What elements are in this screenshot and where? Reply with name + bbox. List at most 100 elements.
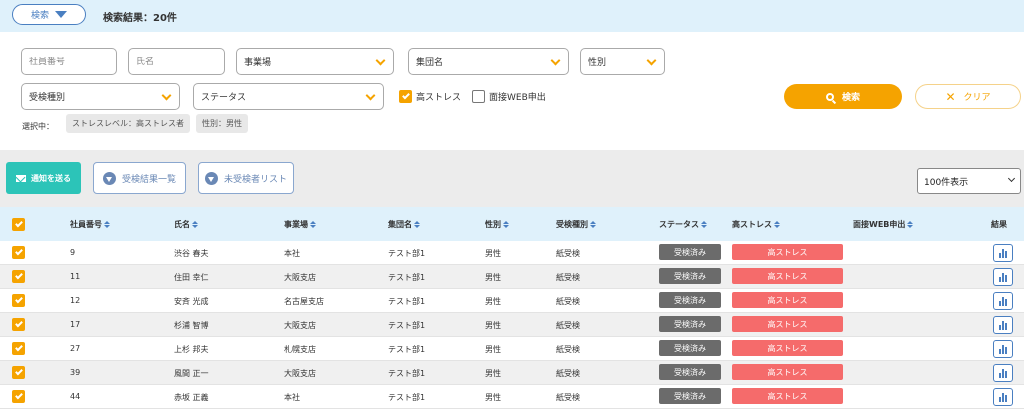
- cell-group: テスト部1: [388, 273, 426, 282]
- exam-type-select-label: 受検種別: [29, 93, 66, 103]
- page-size-label: 100件表示: [924, 177, 969, 188]
- col-employee-no[interactable]: 社員番号: [70, 219, 110, 230]
- result-chart-button[interactable]: [993, 364, 1013, 382]
- bar-chart-icon: [999, 393, 1007, 402]
- top-bar: 検索 検索結果：20件: [0, 0, 1024, 32]
- employee-no-input[interactable]: [29, 56, 116, 67]
- col-group[interactable]: 集団名: [388, 219, 420, 230]
- web-interview-filter-label: 面接WEB申出: [489, 93, 546, 103]
- row-checkbox[interactable]: [12, 366, 25, 379]
- bar-chart-icon: [999, 273, 1007, 282]
- name-input[interactable]: [136, 56, 224, 67]
- bar-chart-icon: [999, 369, 1007, 378]
- row-checkbox[interactable]: [12, 294, 25, 307]
- cell-gender: 男性: [485, 393, 501, 402]
- cell-gender: 男性: [485, 321, 501, 330]
- result-chart-button[interactable]: [993, 340, 1013, 358]
- result-chart-button[interactable]: [993, 268, 1013, 286]
- high-stress-filter-label: 高ストレス: [416, 93, 462, 103]
- cell-name: 風間 正一: [174, 369, 209, 378]
- result-chart-button[interactable]: [993, 388, 1013, 406]
- result-chart-button[interactable]: [993, 316, 1013, 334]
- group-select[interactable]: 集団名: [408, 48, 569, 75]
- col-exam-type[interactable]: 受検種別: [556, 219, 596, 230]
- cell-type: 紙受検: [556, 297, 580, 306]
- name-field[interactable]: [128, 48, 225, 75]
- result-chart-button[interactable]: [993, 292, 1013, 310]
- status-select[interactable]: ステータス: [193, 83, 384, 110]
- cell-no: 11: [70, 272, 81, 281]
- status-badge: 受検済み: [659, 316, 721, 332]
- gender-select[interactable]: 性別: [580, 48, 665, 75]
- cell-office: 大阪支店: [284, 321, 316, 330]
- result-chart-button[interactable]: [993, 244, 1013, 262]
- row-checkbox[interactable]: [12, 342, 25, 355]
- bar-chart-icon: [999, 345, 1007, 354]
- cell-gender: 男性: [485, 249, 501, 258]
- row-checkbox[interactable]: [12, 390, 25, 403]
- row-checkbox[interactable]: [12, 246, 25, 259]
- filter-panel: 事業場 集団名 性別 受検種別 ステータス 高ストレス 面接WEB申出 検索 ✕…: [0, 32, 1024, 150]
- col-high-stress[interactable]: 高ストレス: [732, 219, 780, 230]
- status-badge: 受検済み: [659, 292, 721, 308]
- status-badge: 受検済み: [659, 364, 721, 380]
- cell-office: 大阪支店: [284, 273, 316, 282]
- search-button[interactable]: 検索: [784, 84, 902, 109]
- cell-type: 紙受検: [556, 369, 580, 378]
- checkbox-checked-icon[interactable]: [399, 90, 412, 103]
- group-select-label: 集団名: [416, 58, 444, 68]
- select-all-checkbox[interactable]: [12, 218, 25, 231]
- clear-button[interactable]: ✕ クリア: [915, 84, 1021, 109]
- cell-no: 12: [70, 296, 81, 305]
- close-icon: ✕: [945, 89, 956, 104]
- search-toggle-button[interactable]: 検索: [12, 4, 86, 25]
- row-checkbox[interactable]: [12, 318, 25, 331]
- cell-group: テスト部1: [388, 249, 426, 258]
- high-stress-badge: 高ストレス: [732, 292, 843, 308]
- high-stress-badge: 高ストレス: [732, 340, 843, 356]
- office-select[interactable]: 事業場: [236, 48, 394, 75]
- send-notification-button[interactable]: 通知を送る: [6, 162, 81, 194]
- cell-office: 札幌支店: [284, 345, 316, 354]
- sort-icon: [774, 221, 780, 228]
- cell-group: テスト部1: [388, 345, 426, 354]
- cell-no: 27: [70, 344, 81, 353]
- cell-group: テスト部1: [388, 321, 426, 330]
- cell-office: 大阪支店: [284, 369, 316, 378]
- cell-type: 紙受検: [556, 393, 580, 402]
- bar-chart-icon: [999, 249, 1007, 258]
- col-status[interactable]: ステータス: [659, 219, 707, 230]
- unexamined-list-button[interactable]: 未受検者リスト: [198, 162, 294, 194]
- high-stress-badge: 高ストレス: [732, 316, 843, 332]
- row-checkbox[interactable]: [12, 270, 25, 283]
- download-icon: [102, 171, 116, 185]
- chevron-down-icon: [646, 55, 657, 66]
- high-stress-filter[interactable]: 高ストレス: [399, 90, 461, 103]
- selected-label: 選択中：: [22, 122, 54, 131]
- chevron-down-icon: [365, 90, 376, 101]
- cell-name: 住田 幸仁: [174, 273, 209, 282]
- office-select-label: 事業場: [244, 58, 272, 68]
- sort-icon: [192, 221, 198, 228]
- col-gender[interactable]: 性別: [485, 219, 509, 230]
- exam-type-select[interactable]: 受検種別: [21, 83, 180, 110]
- col-name[interactable]: 氏名: [174, 219, 198, 230]
- cell-gender: 男性: [485, 369, 501, 378]
- page-size-select[interactable]: 100件表示: [917, 168, 1021, 194]
- results-list-button[interactable]: 受検結果一覧: [93, 162, 186, 194]
- cell-type: 紙受検: [556, 321, 580, 330]
- chevron-down-icon: [550, 55, 561, 66]
- cell-type: 紙受検: [556, 273, 580, 282]
- cell-no: 17: [70, 320, 81, 329]
- caret-down-icon: [55, 11, 67, 18]
- col-office[interactable]: 事業場: [284, 219, 316, 230]
- cell-gender: 男性: [485, 345, 501, 354]
- cell-office: 本社: [284, 393, 300, 402]
- web-interview-filter[interactable]: 面接WEB申出: [472, 90, 546, 103]
- search-toggle-label: 検索: [30, 11, 49, 21]
- checkbox-unchecked-icon[interactable]: [472, 90, 485, 103]
- table-row: 44 赤坂 正義 本社 テスト部1 男性 紙受検 受検済み 高ストレス: [0, 385, 1024, 409]
- cell-no: 39: [70, 368, 81, 377]
- col-web-interview[interactable]: 面接WEB申出: [853, 219, 914, 230]
- employee-no-field[interactable]: [21, 48, 117, 75]
